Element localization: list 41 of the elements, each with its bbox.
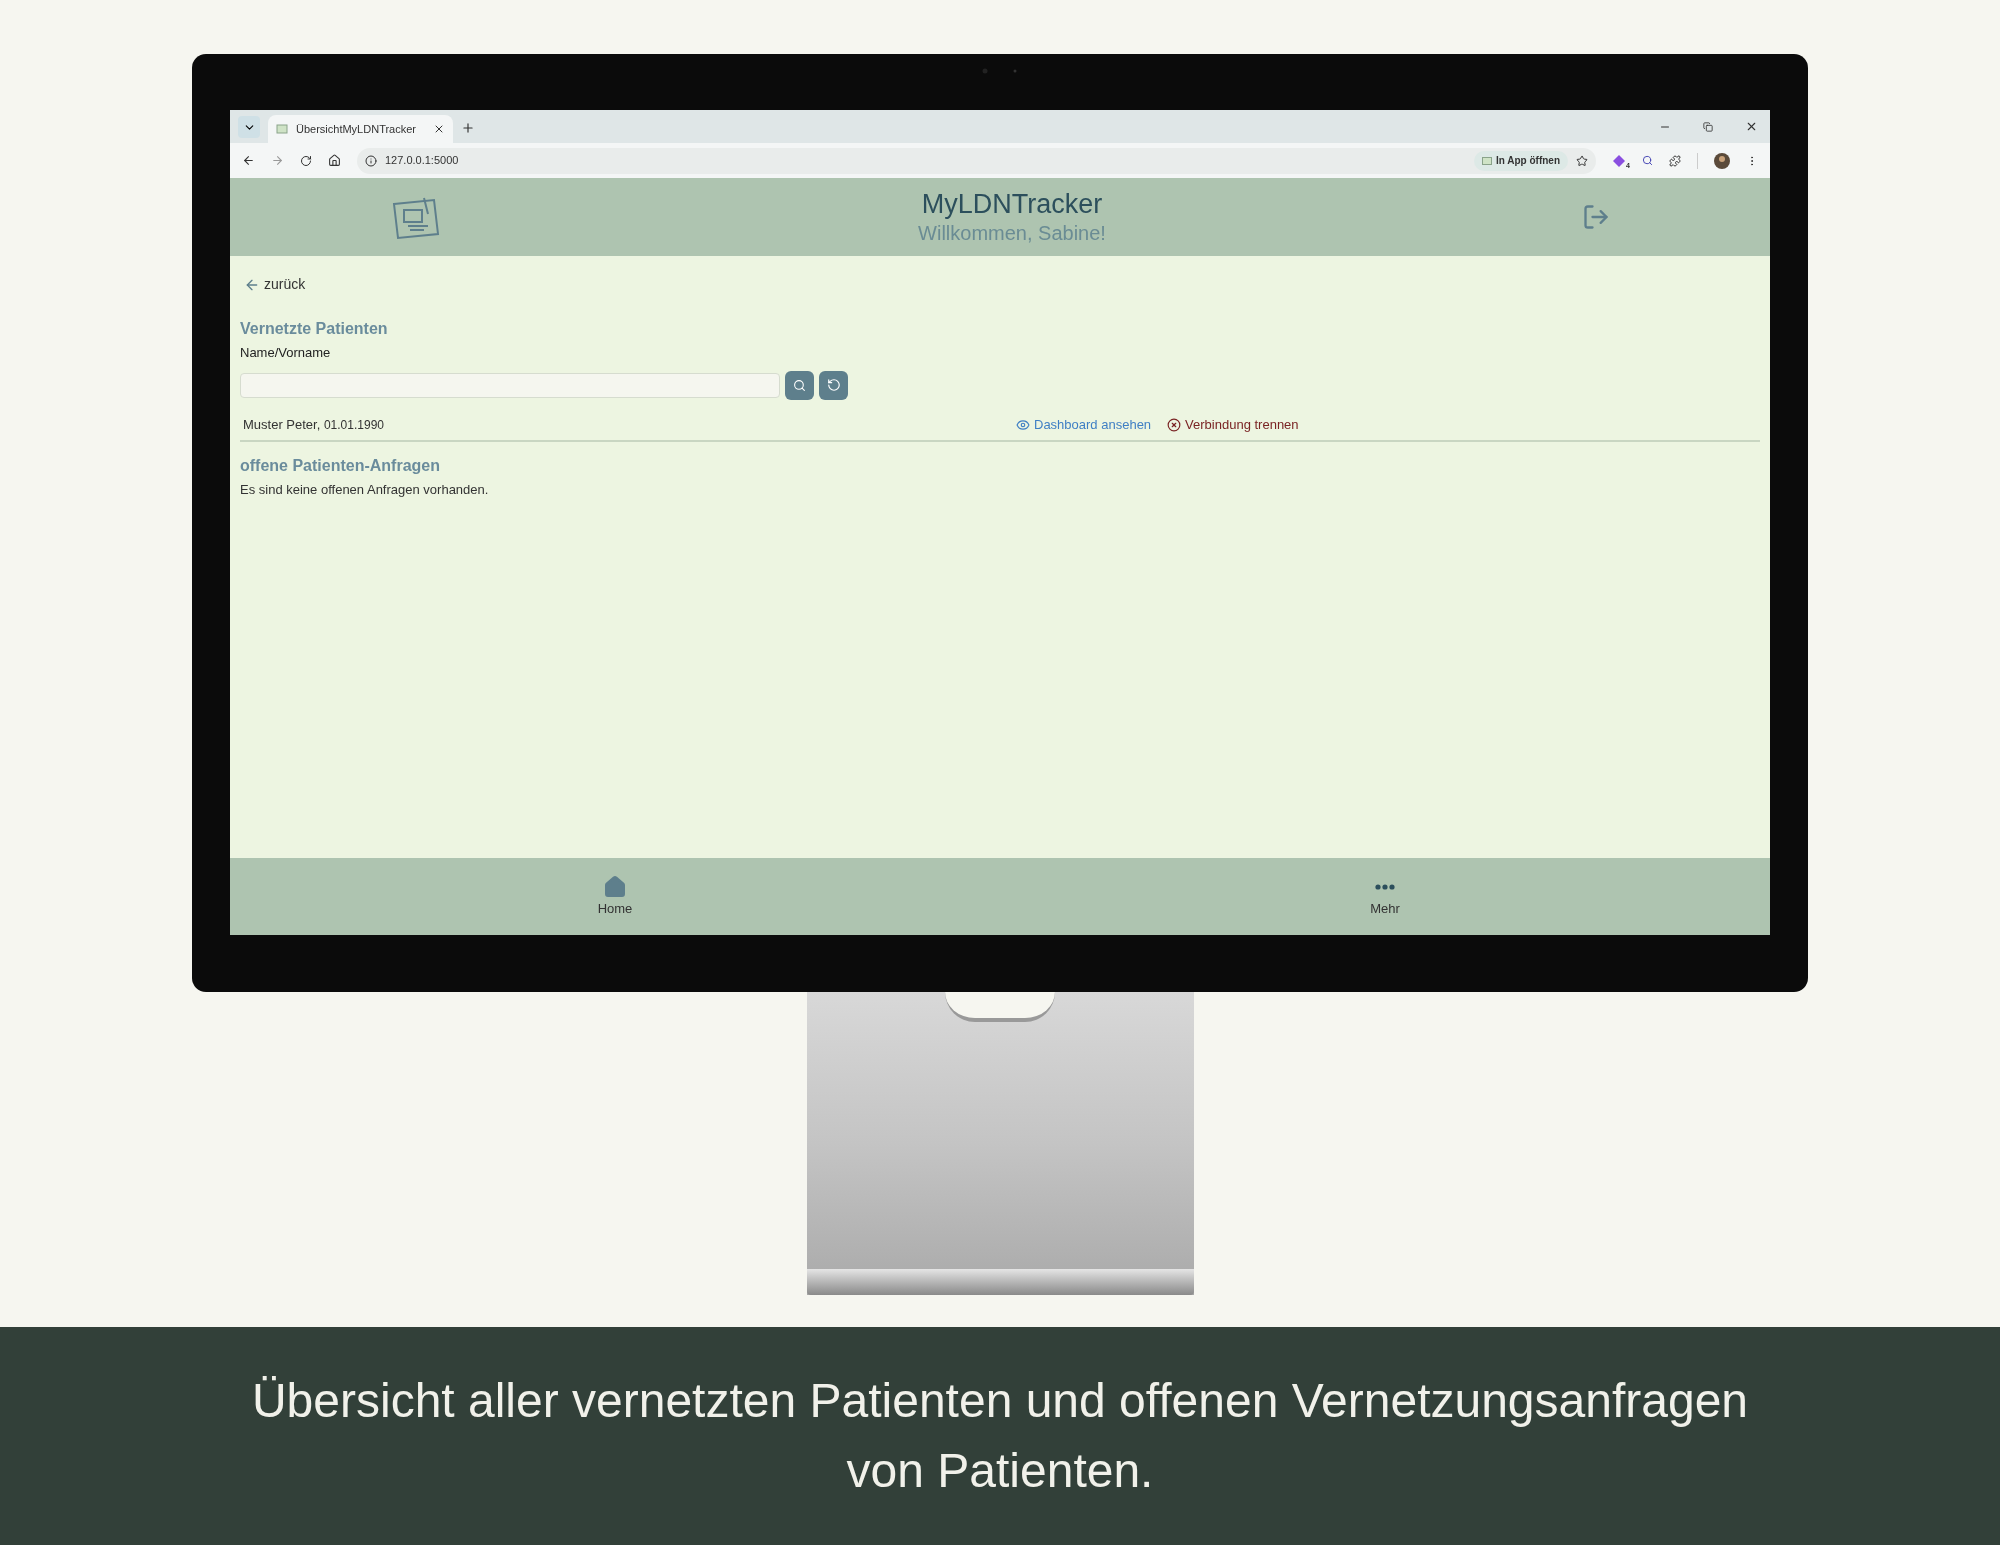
reset-button[interactable] — [819, 370, 848, 400]
welcome-text: Willkommen, Sabine! — [918, 221, 1106, 247]
eye-icon — [1016, 417, 1030, 432]
tab-list-button[interactable] — [238, 116, 260, 138]
address-bar[interactable]: 127.0.0.1:5000 In App öffnen — [357, 147, 1596, 174]
disconnect-link[interactable]: Verbindung trennen — [1167, 414, 1299, 435]
patient-name: Muster Peter, 01.01.1990 — [243, 415, 385, 434]
name-search-field[interactable] — [240, 372, 780, 398]
search-icon — [793, 378, 806, 392]
info-icon[interactable] — [365, 154, 377, 167]
browser-tab[interactable]: ÜbersichtMyLDNTracker — [268, 115, 453, 143]
field-label: Name/Vorname — [240, 344, 332, 362]
close-icon[interactable] — [1745, 120, 1758, 133]
back-icon[interactable] — [242, 154, 255, 167]
x-circle-icon — [1167, 417, 1182, 432]
back-link[interactable]: zurück — [244, 274, 306, 295]
home-icon[interactable] — [328, 154, 341, 167]
empty-message: Es sind keine offenen Anfragen vorhanden. — [240, 480, 490, 499]
home-icon — [603, 874, 627, 899]
more-icon — [1375, 883, 1395, 890]
reset-icon — [826, 378, 841, 392]
search-icon[interactable] — [1642, 155, 1653, 166]
view-dashboard-link[interactable]: Dashboard ansehen — [1016, 414, 1152, 435]
section-title: Vernetzte Patienten — [240, 319, 389, 339]
search-button[interactable] — [785, 370, 814, 400]
nav-item[interactable]: Home — [230, 874, 1000, 919]
puzzle-icon[interactable] — [1669, 154, 1681, 167]
bookmark-star-icon[interactable] — [1576, 154, 1588, 167]
caption-text: Übersicht aller vernetzten Patienten und offenen Vernetzungsanfragen von Patienten. — [250, 1373, 1750, 1499]
close-icon[interactable] — [433, 123, 445, 135]
forward-icon[interactable] — [271, 154, 284, 167]
tab-title: ÜbersichtMyLDNTracker — [296, 121, 417, 137]
new-tab-icon[interactable] — [461, 121, 475, 135]
avatar-icon[interactable] — [1714, 152, 1730, 169]
reload-icon[interactable] — [300, 154, 312, 167]
section-title: offene Patienten-Anfragen — [240, 455, 441, 476]
nav-item[interactable]: Mehr — [1000, 874, 1770, 919]
app-title: MyLDNTracker — [921, 187, 1103, 221]
restore-icon[interactable] — [1703, 122, 1713, 132]
url-text: 127.0.0.1:5000 — [385, 153, 460, 169]
open-in-app-button[interactable]: In App öffnen — [1473, 150, 1568, 171]
